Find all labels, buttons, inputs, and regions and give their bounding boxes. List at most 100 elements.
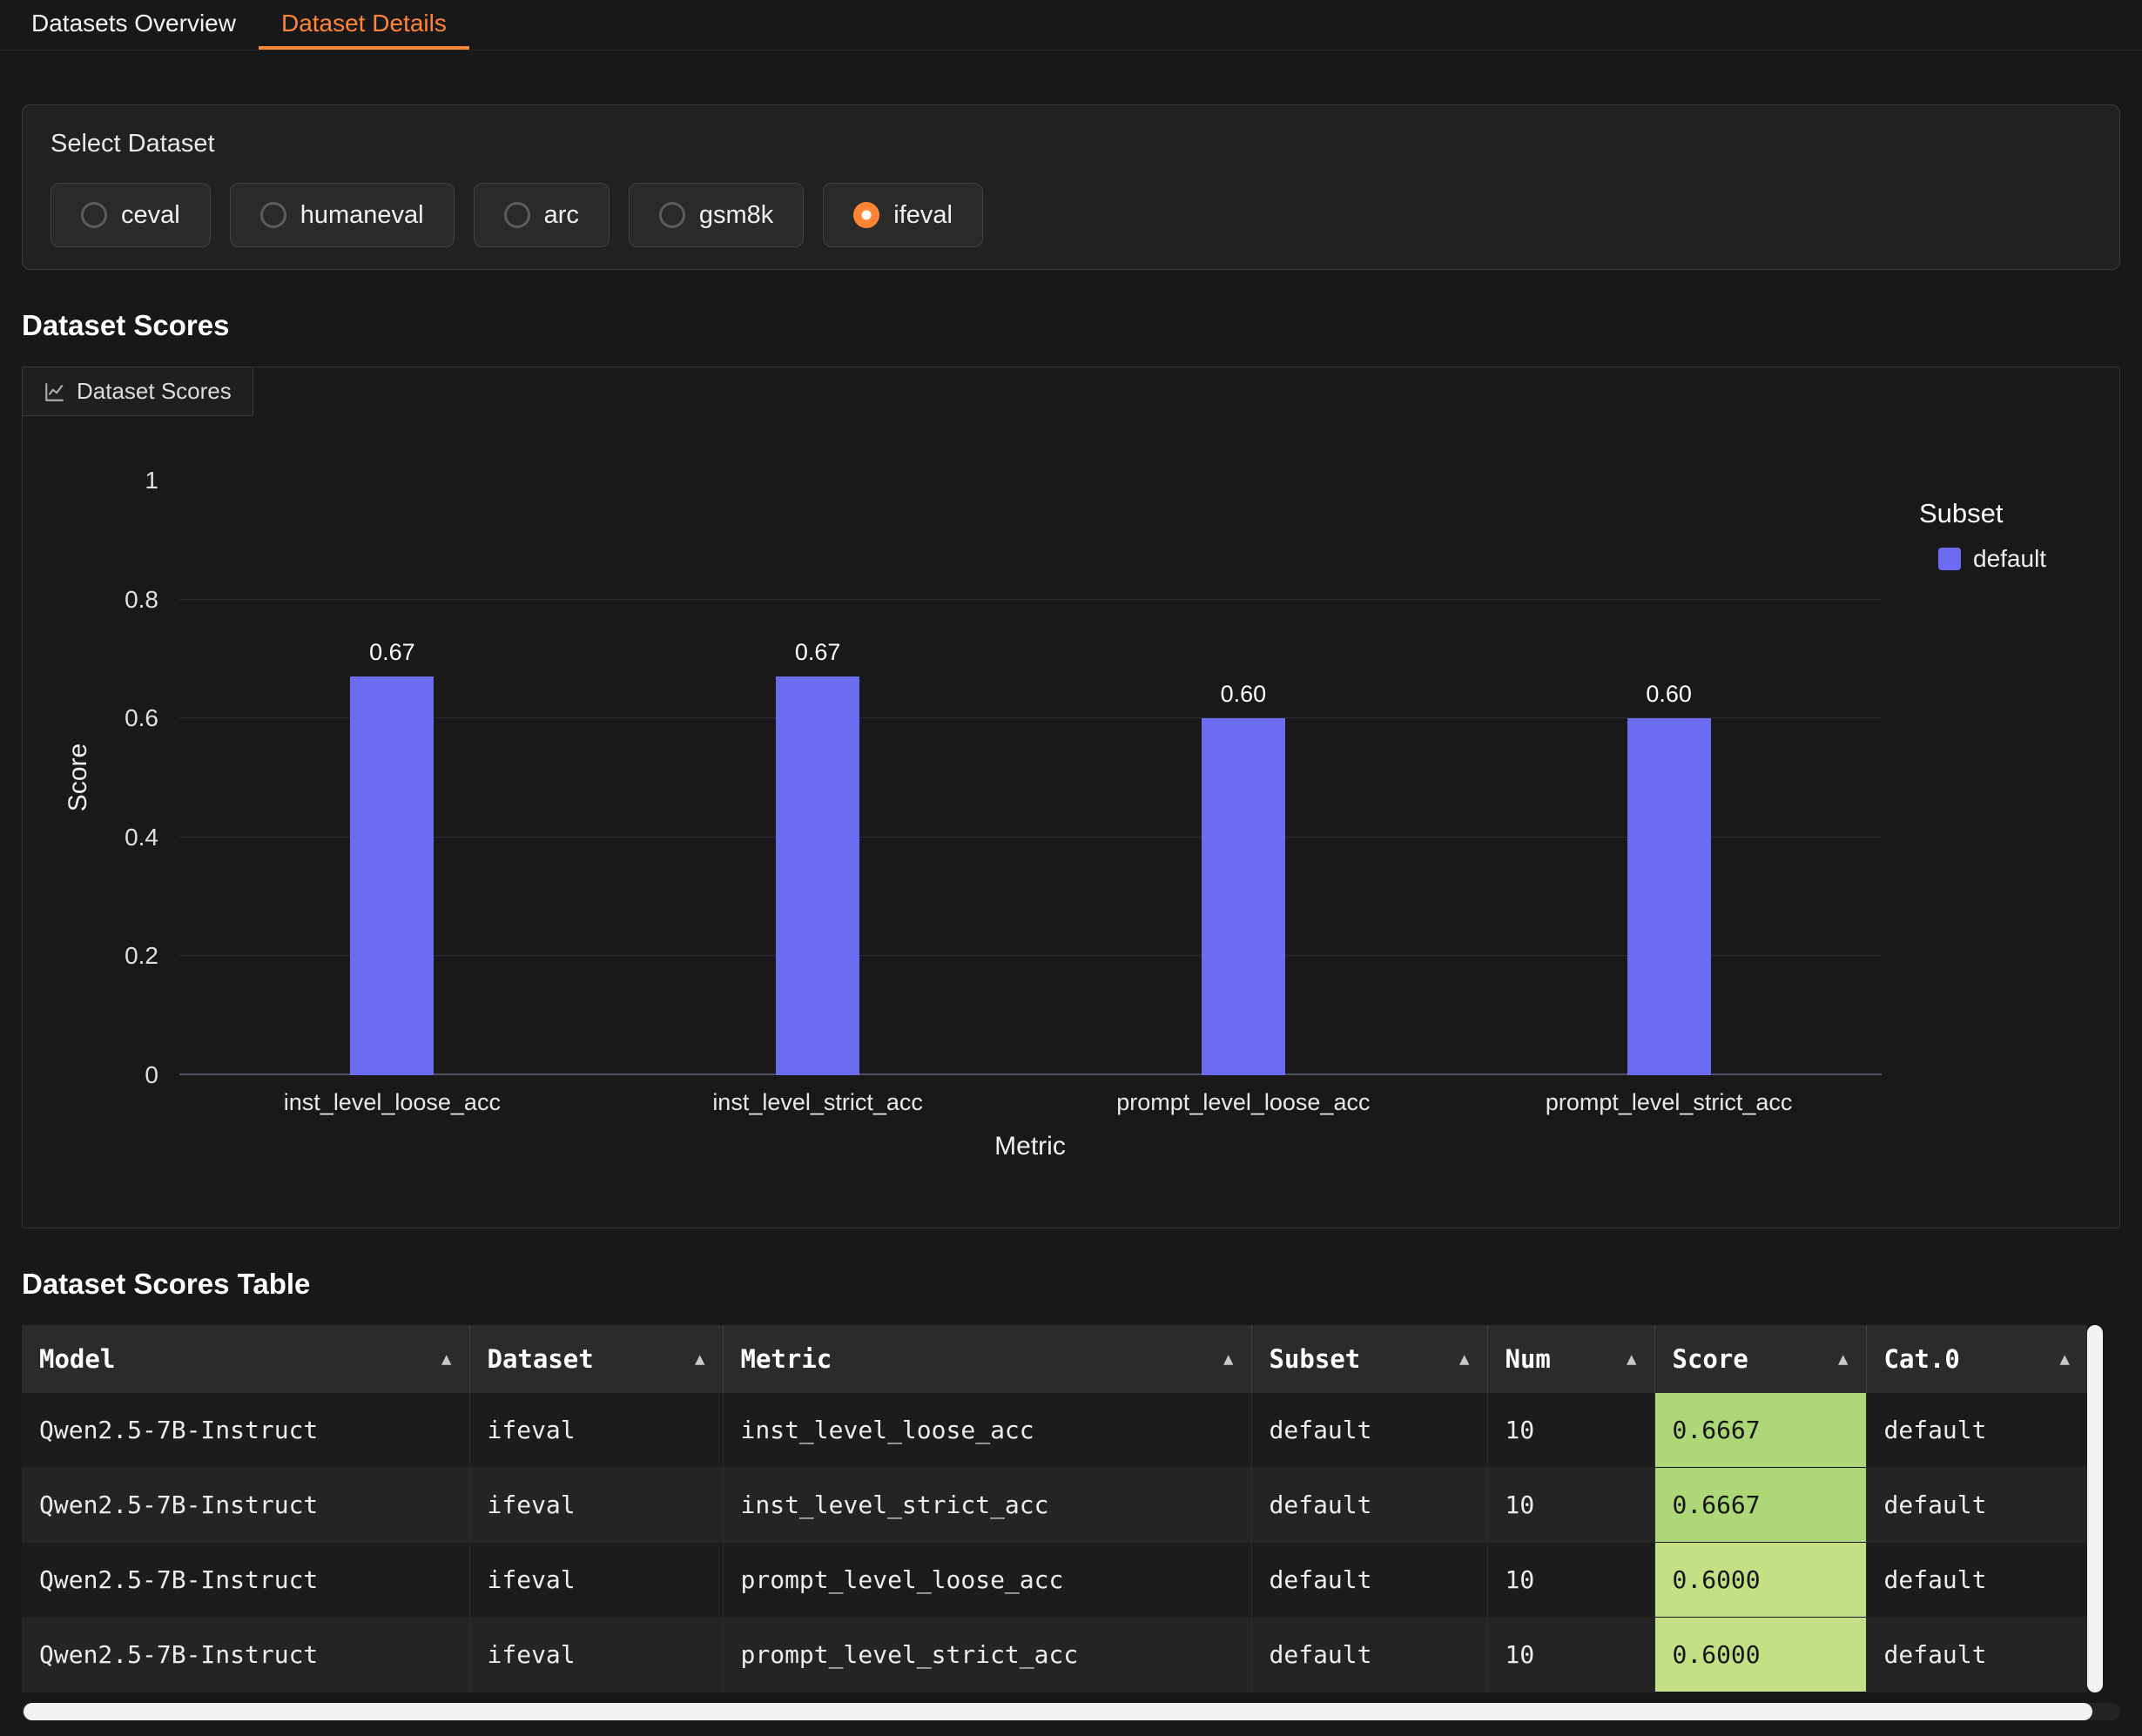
dataset-option-ceval[interactable]: ceval [51, 183, 211, 247]
scores-table-wrap: Model▲Dataset▲Metric▲Subset▲Num▲Score▲Ca… [22, 1325, 2103, 1692]
x-tick-label: inst_level_strict_acc [605, 1089, 1031, 1116]
sort-arrow-icon: ▲ [441, 1349, 451, 1369]
dataset-option-arc[interactable]: arc [474, 183, 610, 247]
dataset-option-humaneval[interactable]: humaneval [230, 183, 455, 247]
table-cell: ifeval [469, 1393, 723, 1468]
column-header-dataset[interactable]: Dataset▲ [469, 1325, 723, 1393]
table-row: Qwen2.5-7B-Instructifevalprompt_level_lo… [22, 1543, 2087, 1618]
column-header-inner: Dataset▲ [488, 1344, 705, 1374]
table-cell: default [1866, 1618, 2087, 1692]
chart-panel-tab[interactable]: Dataset Scores [22, 367, 253, 416]
score-cell: 0.6667 [1654, 1393, 1866, 1468]
bar-inst-level-strict-acc[interactable]: 0.67 [776, 676, 859, 1075]
dataset-option-label: gsm8k [699, 201, 773, 230]
column-header-metric[interactable]: Metric ▲ [723, 1325, 1251, 1393]
score-cell: 0.6000 [1654, 1543, 1866, 1618]
table-cell: prompt_level_strict_acc [723, 1618, 1251, 1692]
bar-prompt-level-loose-acc[interactable]: 0.60 [1202, 718, 1285, 1075]
y-tick-label: 0.6 [125, 704, 158, 732]
dataset-option-label: arc [544, 201, 579, 230]
table-cell: 10 [1487, 1543, 1654, 1618]
bar-value-label: 0.67 [296, 639, 488, 666]
table-cell: 10 [1487, 1393, 1654, 1468]
bar-slot: 0.67inst_level_loose_acc [179, 481, 605, 1075]
table-cell: inst_level_loose_acc [723, 1393, 1251, 1468]
line-chart-icon [44, 380, 66, 403]
radio-icon [260, 202, 286, 228]
dataset-option-label: ceval [121, 201, 180, 230]
chart-tab-label: Dataset Scores [77, 378, 232, 405]
chart-panel: Dataset Scores 00.20.40.60.810.67inst_le… [22, 367, 2120, 1228]
bar-inst-level-loose-acc[interactable]: 0.67 [350, 676, 434, 1075]
table-cell: Qwen2.5-7B-Instruct [22, 1543, 469, 1618]
dataset-radio-group: ceval humaneval arc gsm8k ifeval [51, 183, 2091, 247]
table-row: Qwen2.5-7B-Instructifevalinst_level_loos… [22, 1393, 2087, 1468]
column-header-inner: Num▲ [1505, 1344, 1637, 1374]
column-header-score[interactable]: Score▲ [1654, 1325, 1866, 1393]
column-header-inner: Metric ▲ [741, 1344, 1234, 1374]
sort-arrow-icon: ▲ [1838, 1349, 1848, 1369]
chart-legend: Subset default [1919, 498, 2046, 573]
column-header-label: Subset [1270, 1344, 1361, 1374]
horizontal-scrollbar[interactable] [24, 1703, 2092, 1720]
sort-arrow-icon: ▲ [2060, 1349, 2070, 1369]
radio-icon [81, 202, 107, 228]
radio-icon [659, 202, 685, 228]
table-cell: Qwen2.5-7B-Instruct [22, 1618, 469, 1692]
column-header-label: Model [39, 1344, 115, 1374]
column-header-inner: Subset▲ [1270, 1344, 1470, 1374]
bar-value-label: 0.60 [1573, 681, 1765, 708]
column-header-label: Metric [741, 1344, 832, 1374]
select-dataset-label: Select Dataset [51, 130, 2091, 158]
column-header-num[interactable]: Num▲ [1487, 1325, 1654, 1393]
y-tick-label: 0 [145, 1061, 158, 1089]
table-cell: default [1251, 1468, 1487, 1543]
legend-entry[interactable]: default [1938, 545, 2046, 573]
sort-arrow-icon: ▲ [1223, 1349, 1233, 1369]
legend-title: Subset [1919, 498, 2046, 529]
bar-prompt-level-strict-acc[interactable]: 0.60 [1627, 718, 1711, 1075]
table-cell: prompt_level_loose_acc [723, 1543, 1251, 1618]
column-header-inner: Score▲ [1673, 1344, 1849, 1374]
y-tick-label: 0.8 [125, 586, 158, 614]
score-cell: 0.6000 [1654, 1618, 1866, 1692]
page: Datasets OverviewDataset Details Select … [0, 0, 2142, 1720]
chart-section-heading: Dataset Scores [22, 309, 2120, 342]
y-axis-label: Score [64, 744, 93, 811]
table-cell: Qwen2.5-7B-Instruct [22, 1393, 469, 1468]
dataset-option-label: ifeval [893, 201, 953, 230]
dataset-option-ifeval[interactable]: ifeval [823, 183, 983, 247]
scores-table: Model▲Dataset▲Metric▲Subset▲Num▲Score▲Ca… [22, 1325, 2087, 1692]
vertical-scrollbar[interactable] [2087, 1325, 2103, 1692]
y-tick-label: 0.2 [125, 942, 158, 970]
table-cell: default [1251, 1618, 1487, 1692]
column-header-label: Num [1505, 1344, 1551, 1374]
radio-selected-icon [853, 202, 879, 228]
table-cell: ifeval [469, 1543, 723, 1618]
table-cell: ifeval [469, 1468, 723, 1543]
x-tick-label: prompt_level_strict_acc [1456, 1089, 1882, 1116]
horizontal-scrollbar-track [22, 1703, 2120, 1720]
radio-icon [504, 202, 530, 228]
tab-datasets-overview[interactable]: Datasets Overview [9, 0, 259, 50]
x-tick-label: prompt_level_loose_acc [1031, 1089, 1457, 1116]
table-cell: 10 [1487, 1468, 1654, 1543]
bar-slot: 0.60prompt_level_loose_acc [1031, 481, 1457, 1075]
y-tick-label: 1 [145, 467, 158, 495]
table-cell: default [1251, 1393, 1487, 1468]
column-header-cat-0[interactable]: Cat.0▲ [1866, 1325, 2087, 1393]
column-header-model[interactable]: Model ▲ [22, 1325, 469, 1393]
table-cell: default [1866, 1543, 2087, 1618]
tab-dataset-details[interactable]: Dataset Details [259, 0, 469, 50]
table-cell: Qwen2.5-7B-Instruct [22, 1468, 469, 1543]
bar-value-label: 0.60 [1148, 681, 1339, 708]
bar-chart: 00.20.40.60.810.67inst_level_loose_acc0.… [179, 481, 1882, 1075]
dataset-option-gsm8k[interactable]: gsm8k [629, 183, 804, 247]
table-cell: 10 [1487, 1618, 1654, 1692]
dataset-option-label: humaneval [300, 201, 424, 230]
bar-slot: 0.60prompt_level_strict_acc [1456, 481, 1882, 1075]
table-cell: default [1866, 1468, 2087, 1543]
column-header-subset[interactable]: Subset▲ [1251, 1325, 1487, 1393]
bar-value-label: 0.67 [722, 639, 913, 666]
table-cell: default [1251, 1543, 1487, 1618]
